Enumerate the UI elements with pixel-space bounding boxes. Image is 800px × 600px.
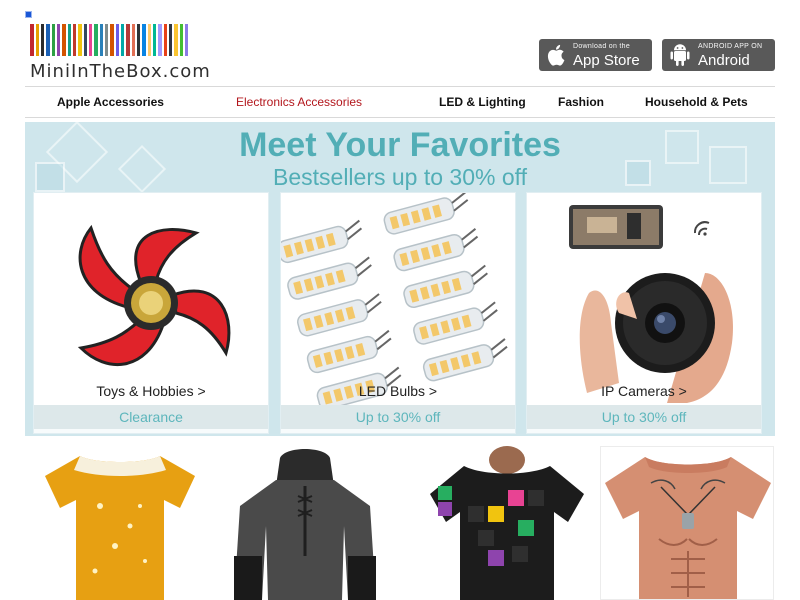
- logo-stripe: [121, 24, 124, 56]
- logo-stripe: [94, 24, 98, 56]
- logo-stripe: [158, 24, 162, 56]
- beer-tshirt-image: [45, 456, 195, 600]
- promo-card-led-bulbs[interactable]: LED Bulbs > Up to 30% off: [280, 192, 516, 434]
- logo-stripe: [148, 24, 151, 56]
- product-3d-cube-tshirt[interactable]: [428, 446, 586, 600]
- corner-marker: [25, 11, 32, 18]
- hoodie-image: [234, 449, 376, 600]
- logo-stripe: [78, 24, 82, 56]
- nav-household-pets[interactable]: Household & Pets: [645, 95, 748, 109]
- logo-stripe: [116, 24, 119, 56]
- logo-stripe: [46, 24, 50, 56]
- card-caption[interactable]: IP Cameras >: [527, 383, 761, 399]
- logo-stripe: [73, 24, 76, 56]
- product-beer-tshirt[interactable]: [40, 446, 200, 600]
- site-logo[interactable]: MiniInTheBox.com: [30, 24, 214, 84]
- nav-led-lighting[interactable]: LED & Lighting: [439, 95, 526, 109]
- logo-stripe: [137, 24, 140, 56]
- fidget-spinner-image: [34, 193, 268, 405]
- logo-stripe: [185, 24, 188, 56]
- cube-tshirt-image: [430, 446, 584, 600]
- category-nav: Apple Accessories Electronics Accessorie…: [25, 86, 775, 118]
- android-icon: [670, 44, 690, 66]
- logo-stripe: [180, 24, 183, 56]
- muscle-tshirt-image: [605, 457, 771, 599]
- logo-stripe: [52, 24, 55, 56]
- nav-apple-accessories[interactable]: Apple Accessories: [57, 95, 164, 109]
- logo-stripe: [132, 24, 135, 56]
- logo-stripe: [126, 24, 130, 56]
- logo-stripe: [169, 24, 172, 56]
- logo-stripe: [30, 24, 34, 56]
- logo-stripe: [84, 24, 87, 56]
- banner-title: Meet Your Favorites: [239, 126, 561, 164]
- logo-stripe: [105, 24, 108, 56]
- logo-stripe: [36, 24, 39, 56]
- apple-icon: [547, 44, 565, 66]
- banner-subtitle: Bestsellers up to 30% off: [273, 164, 527, 190]
- card-caption[interactable]: Toys & Hobbies >: [34, 383, 268, 399]
- android-badge-small: ANDROID APP ON: [698, 42, 763, 50]
- card-footer: Clearance: [34, 405, 268, 429]
- ios-badge-small: Download on the: [573, 42, 631, 50]
- logo-stripe: [100, 24, 103, 56]
- card-caption[interactable]: LED Bulbs >: [281, 383, 515, 399]
- nav-electronics-accessories[interactable]: Electronics Accessories: [236, 95, 362, 109]
- card-footer: Up to 30% off: [527, 405, 761, 429]
- logo-stripe: [62, 24, 66, 56]
- promo-card-toys[interactable]: Toys & Hobbies > Clearance: [33, 192, 269, 434]
- led-bulbs-image: [281, 193, 515, 412]
- card-footer: Up to 30% off: [281, 405, 515, 429]
- logo-barcode: [30, 24, 212, 56]
- product-hoodie[interactable]: [230, 446, 380, 600]
- product-muscle-tshirt[interactable]: [600, 446, 774, 600]
- logo-stripe: [57, 24, 60, 56]
- android-badge-big: Android: [698, 51, 750, 69]
- logo-text: MiniInTheBox.com: [30, 61, 211, 82]
- app-store-button[interactable]: Download on the App Store: [539, 39, 652, 71]
- logo-stripe: [142, 24, 146, 56]
- promo-banner[interactable]: Meet Your Favorites Bestsellers up to 30…: [25, 122, 775, 436]
- logo-stripe: [89, 24, 92, 56]
- logo-stripe: [174, 24, 178, 56]
- logo-stripe: [153, 24, 156, 56]
- nav-fashion[interactable]: Fashion: [558, 95, 604, 109]
- ios-badge-big: App Store: [573, 51, 640, 69]
- logo-stripe: [110, 24, 114, 56]
- logo-stripe: [41, 24, 44, 56]
- promo-card-ip-cameras[interactable]: IP Cameras > Up to 30% off: [526, 192, 762, 434]
- ip-camera-image: [527, 193, 761, 405]
- logo-stripe: [164, 24, 167, 56]
- android-app-button[interactable]: ANDROID APP ON Android: [662, 39, 775, 71]
- logo-stripe: [68, 24, 71, 56]
